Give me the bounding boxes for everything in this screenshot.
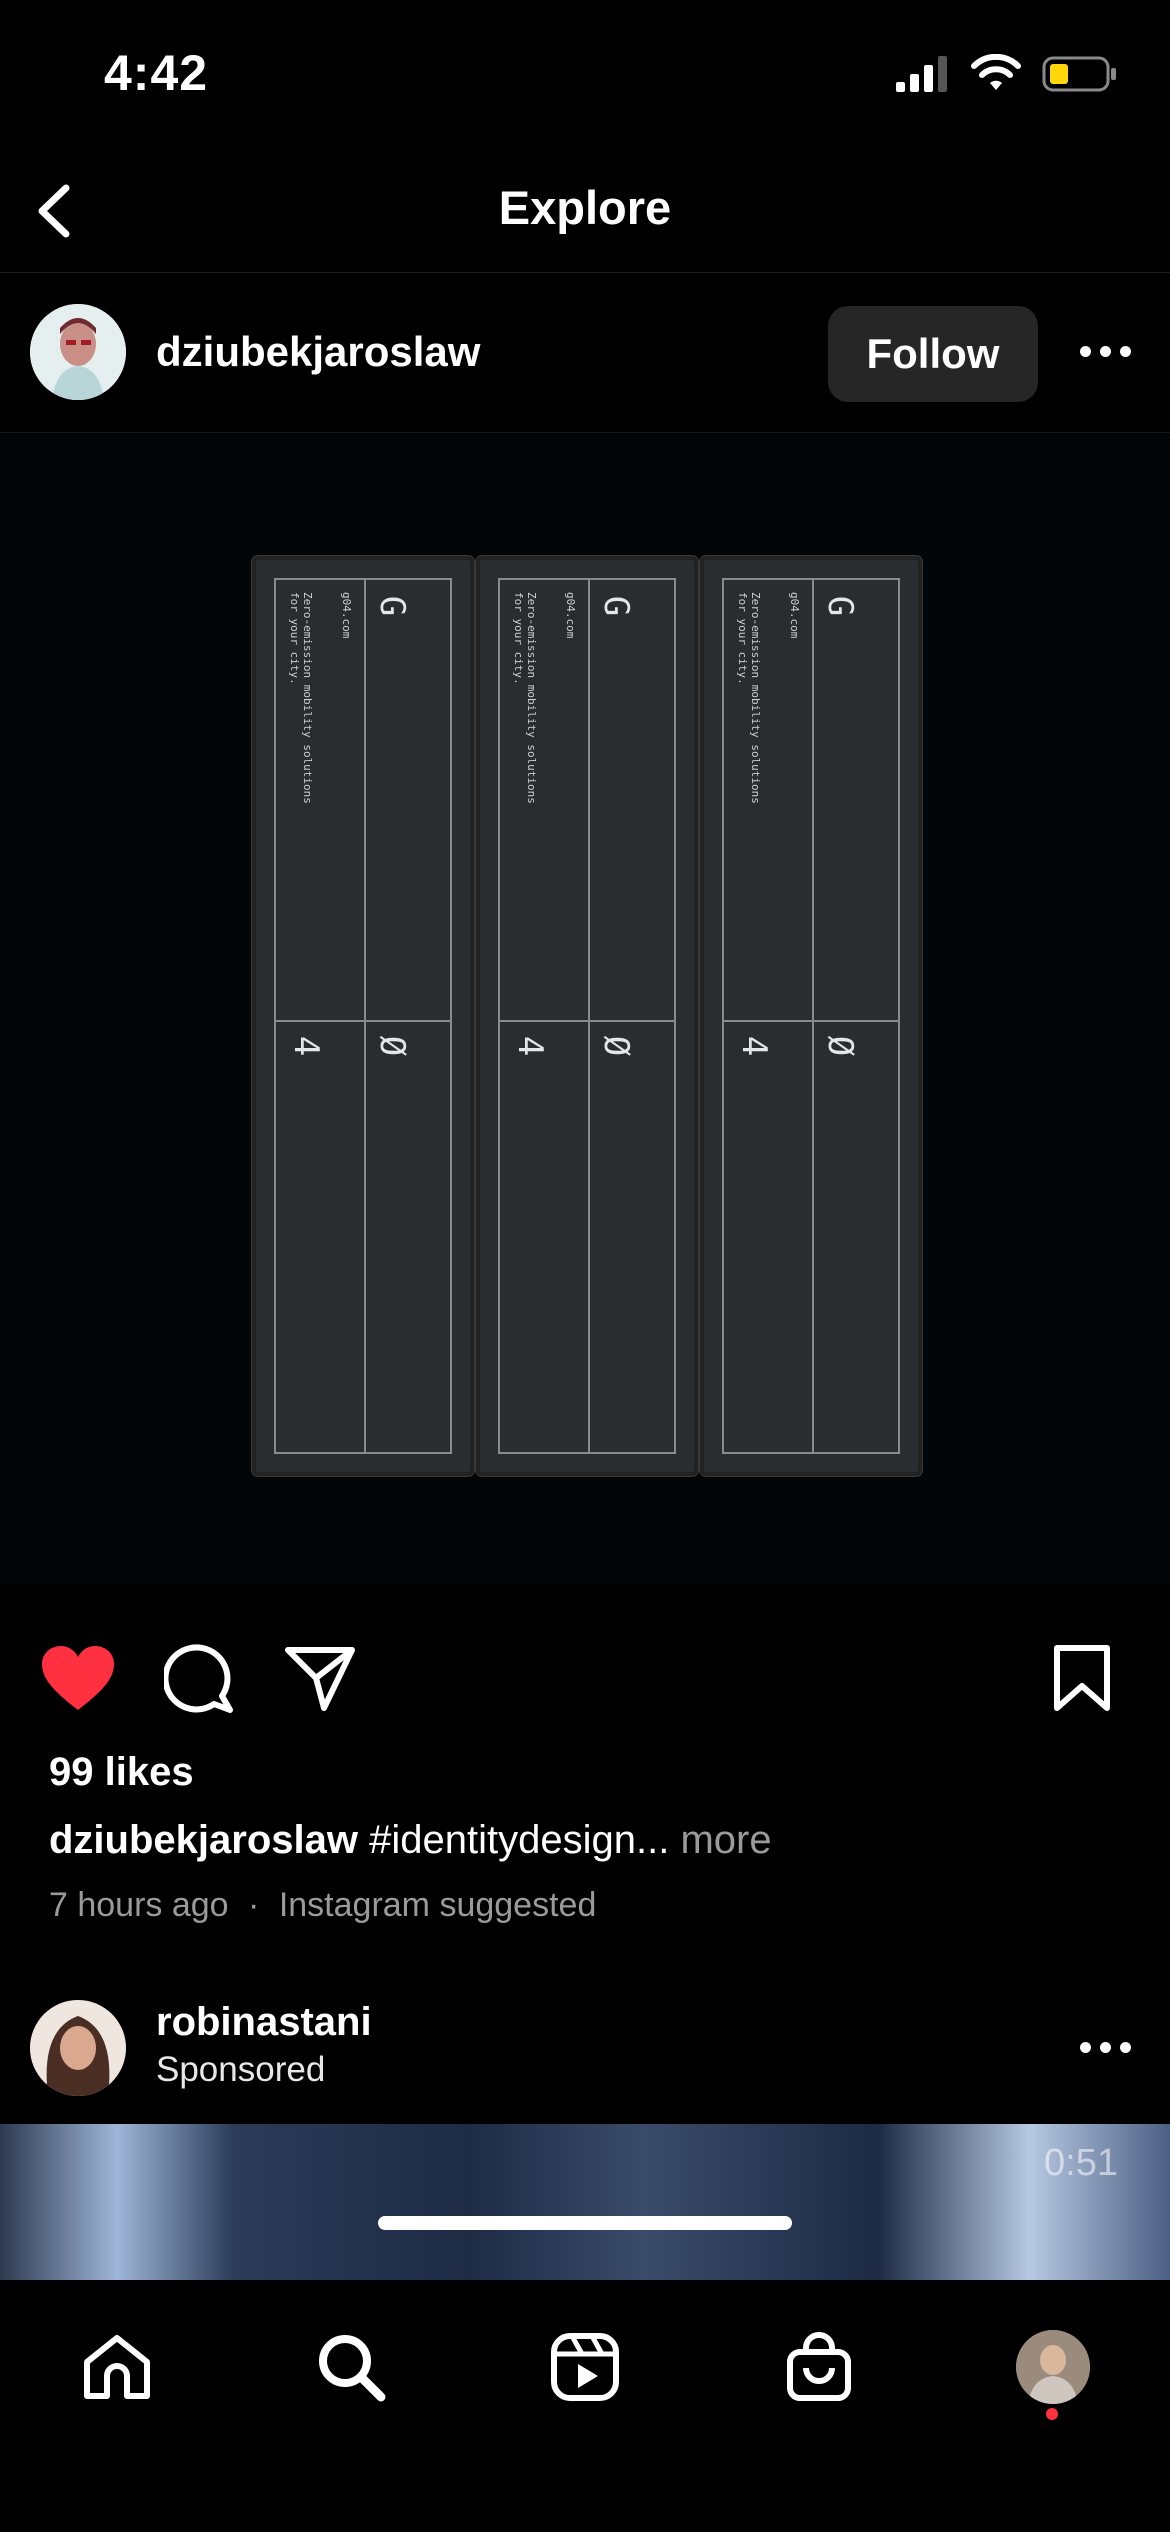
more-icon[interactable]	[1080, 346, 1131, 357]
post-image[interactable]: G 4 Ø g04.com Zero-emission mobility sol…	[0, 434, 1170, 1584]
binder-site: g04.com	[340, 592, 353, 639]
tab-home[interactable]	[72, 2322, 162, 2412]
next-post-video[interactable]: 0:51	[0, 2124, 1170, 2280]
sponsored-label[interactable]: Sponsored	[156, 2050, 325, 2090]
binder-tagline: Zero-emission mobility solutions for you…	[736, 592, 762, 804]
binder-letter: 4	[734, 1035, 775, 1057]
home-indicator	[378, 2216, 792, 2230]
binder-letter: Ø	[820, 1035, 861, 1057]
comment-button[interactable]	[162, 1644, 234, 1719]
binder-letter: 4	[510, 1035, 551, 1057]
home-icon	[84, 2335, 150, 2399]
share-button[interactable]	[284, 1644, 356, 1719]
binder-letter: Ø	[372, 1035, 413, 1057]
avatar[interactable]	[30, 2000, 126, 2096]
binder: G 4 Ø g04.com Zero-emission mobility sol…	[252, 556, 474, 1476]
battery-icon	[1042, 56, 1116, 92]
save-button[interactable]	[1052, 1644, 1112, 1719]
search-icon	[319, 2335, 386, 2402]
avatar-image	[1016, 2330, 1090, 2404]
binder: G 4 Ø g04.com Zero-emission mobility sol…	[476, 556, 698, 1476]
binder-letter: G	[596, 595, 637, 617]
caption-username[interactable]: dziubekjaroslaw	[49, 1818, 358, 1862]
more-icon[interactable]	[1080, 2042, 1131, 2053]
share-icon	[285, 1647, 355, 1711]
binder-letter: 4	[286, 1035, 327, 1057]
caption-more-link[interactable]: more	[680, 1818, 771, 1862]
video-time: 0:51	[1044, 2142, 1118, 2184]
status-time: 4:42	[104, 45, 209, 101]
heart-icon	[42, 1646, 114, 1710]
binder: G 4 Ø g04.com Zero-emission mobility sol…	[700, 556, 922, 1476]
tab-profile[interactable]	[1008, 2322, 1098, 2412]
status-icons	[896, 52, 1118, 96]
comment-icon	[162, 1644, 233, 1713]
tab-search[interactable]	[306, 2322, 396, 2412]
follow-button[interactable]: Follow	[828, 306, 1038, 402]
binder-site: g04.com	[564, 592, 577, 639]
next-post-username[interactable]: robinastani	[156, 2000, 372, 2045]
notification-dot	[1046, 2408, 1058, 2420]
binder-letter: G	[820, 595, 861, 617]
binder-site: g04.com	[788, 592, 801, 639]
binder-tagline: Zero-emission mobility solutions for you…	[512, 592, 538, 804]
post-header: dziubekjaroslaw Follow	[0, 272, 1170, 433]
avatar[interactable]	[30, 304, 126, 400]
tab-bar	[0, 2216, 1170, 2532]
likes-count[interactable]: 99 likes	[49, 1750, 194, 1795]
shop-icon	[787, 2332, 851, 2401]
nav-bar: Explore	[0, 150, 1170, 273]
binder-tagline: Zero-emission mobility solutions for you…	[288, 592, 314, 804]
post-actions	[0, 1630, 1170, 1730]
tab-shop[interactable]	[774, 2322, 864, 2412]
binder-letter: Ø	[596, 1035, 637, 1057]
wifi-icon	[971, 54, 1021, 90]
tab-reels[interactable]	[540, 2322, 630, 2412]
post-meta: 7 hours ago · Instagram suggested	[49, 1886, 596, 1925]
suggested-label: Instagram suggested	[278, 1886, 597, 1924]
meta-separator: ·	[248, 1886, 260, 1924]
post-time: 7 hours ago	[49, 1886, 229, 1924]
bookmark-icon	[1054, 1645, 1110, 1711]
avatar	[1016, 2330, 1090, 2404]
avatar-image	[30, 2000, 126, 2096]
caption[interactable]: dziubekjaroslaw #identitydesign... more	[49, 1818, 772, 1863]
avatar-image	[30, 304, 126, 400]
post-username[interactable]: dziubekjaroslaw	[156, 328, 480, 376]
cellular-signal-icon	[896, 56, 947, 92]
binder-letter: G	[372, 595, 413, 617]
like-button[interactable]	[40, 1644, 116, 1719]
reels-icon	[551, 2333, 619, 2401]
page-title: Explore	[498, 181, 672, 234]
caption-text: #identitydesign...	[369, 1818, 670, 1862]
next-post-header: robinastani Sponsored	[0, 1990, 1170, 2120]
